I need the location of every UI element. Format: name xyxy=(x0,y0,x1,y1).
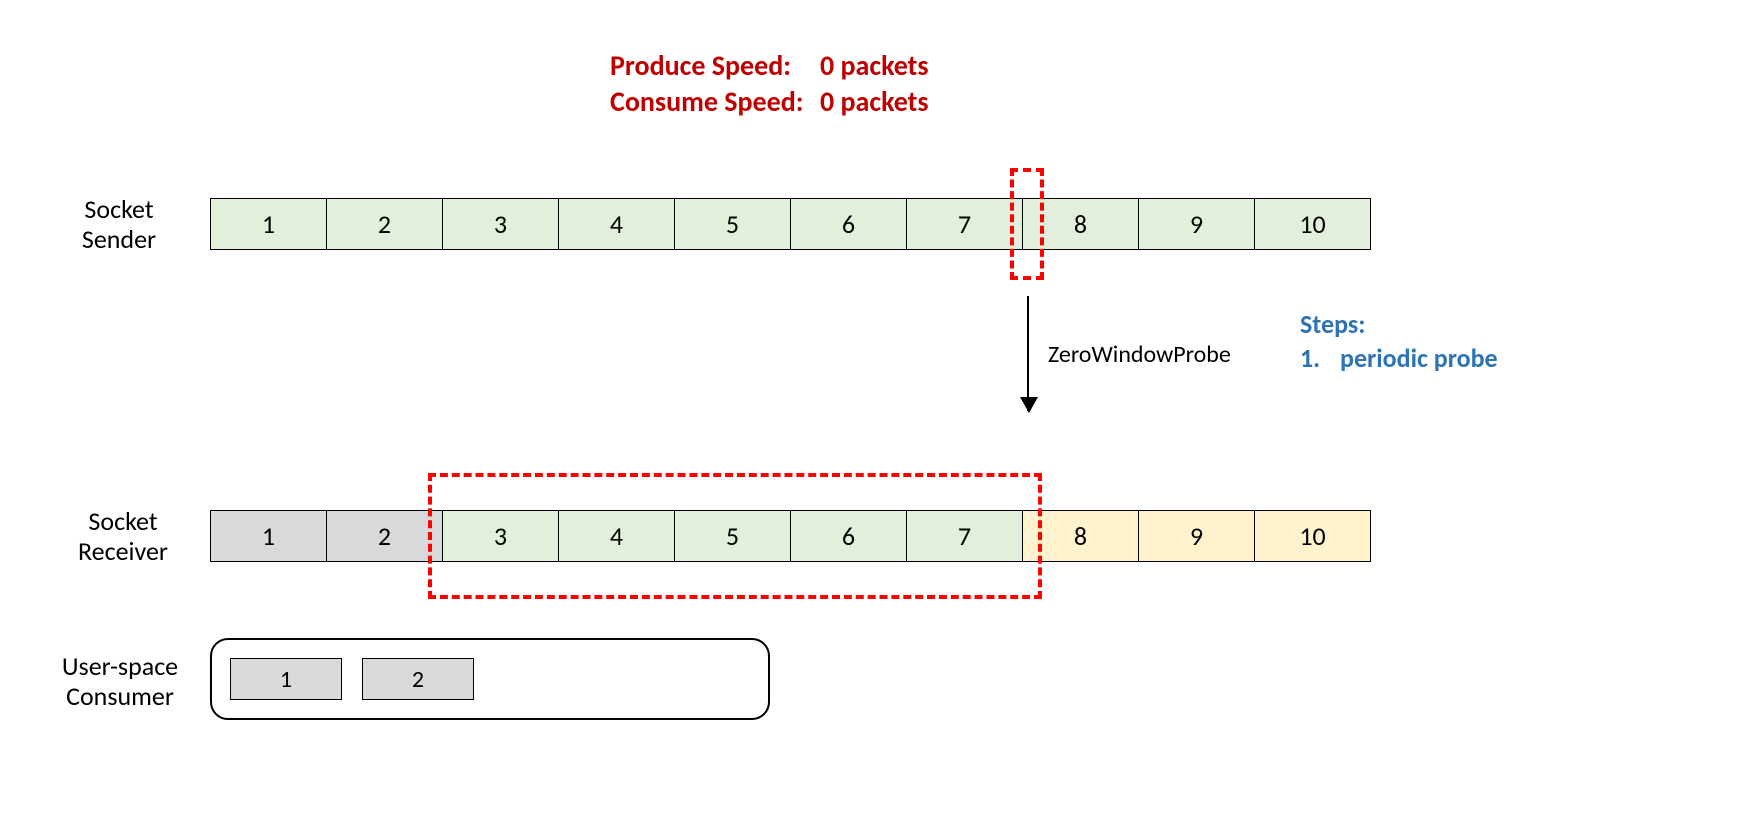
consumer-label-l2: Consumer xyxy=(40,682,200,712)
receiver-cell: 5 xyxy=(674,510,791,562)
consumer-label-l1: User-space xyxy=(40,652,200,682)
sender-cell: 1 xyxy=(210,198,327,250)
steps-title: Steps: xyxy=(1300,308,1498,342)
sender-cell: 2 xyxy=(326,198,443,250)
consumer-chip: 1 xyxy=(230,658,342,700)
sender-cell: 10 xyxy=(1254,198,1371,250)
sender-buffer: 1 2 3 4 5 6 7 8 9 10 xyxy=(210,198,1371,250)
sender-cell: 9 xyxy=(1138,198,1255,250)
receiver-cell: 2 xyxy=(326,510,443,562)
sender-cell: 8 xyxy=(1022,198,1139,250)
receiver-cell: 4 xyxy=(558,510,675,562)
receiver-cell: 1 xyxy=(210,510,327,562)
sender-label-l1: Socket xyxy=(64,195,174,225)
step-1-text: periodic probe xyxy=(1340,342,1498,376)
sender-cell: 4 xyxy=(558,198,675,250)
sender-cell: 6 xyxy=(790,198,907,250)
steps-panel: Steps: 1. periodic probe xyxy=(1300,308,1498,376)
receiver-cell: 8 xyxy=(1022,510,1139,562)
sender-label: Socket Sender xyxy=(64,195,174,255)
consume-speed-value: 0 packets xyxy=(820,84,929,120)
consume-speed-row: Consume Speed: 0 packets xyxy=(610,84,929,120)
step-1-num: 1. xyxy=(1300,342,1340,376)
receiver-cell: 10 xyxy=(1254,510,1371,562)
step-1: 1. periodic probe xyxy=(1300,342,1498,376)
consume-speed-label: Consume Speed: xyxy=(610,84,820,120)
sender-cell: 5 xyxy=(674,198,791,250)
probe-arrow xyxy=(1027,296,1029,411)
consumer-box: 1 2 xyxy=(210,638,770,720)
sender-cell: 7 xyxy=(906,198,1023,250)
produce-speed-label: Produce Speed: xyxy=(610,48,820,84)
receiver-cell: 9 xyxy=(1138,510,1255,562)
receiver-cell: 7 xyxy=(906,510,1023,562)
receiver-label-l2: Receiver xyxy=(58,537,188,567)
sender-label-l2: Sender xyxy=(64,225,174,255)
receiver-buffer: 1 2 3 4 5 6 7 8 9 10 xyxy=(210,510,1371,562)
receiver-label: Socket Receiver xyxy=(58,507,188,567)
consumer-label: User-space Consumer xyxy=(40,652,200,712)
receiver-cell: 6 xyxy=(790,510,907,562)
probe-label: ZeroWindowProbe xyxy=(1048,340,1231,369)
sender-cell: 3 xyxy=(442,198,559,250)
receiver-cell: 3 xyxy=(442,510,559,562)
produce-speed-value: 0 packets xyxy=(820,48,929,84)
speed-block: Produce Speed: 0 packets Consume Speed: … xyxy=(610,48,929,120)
receiver-label-l1: Socket xyxy=(58,507,188,537)
produce-speed-row: Produce Speed: 0 packets xyxy=(610,48,929,84)
consumer-chip: 2 xyxy=(362,658,474,700)
